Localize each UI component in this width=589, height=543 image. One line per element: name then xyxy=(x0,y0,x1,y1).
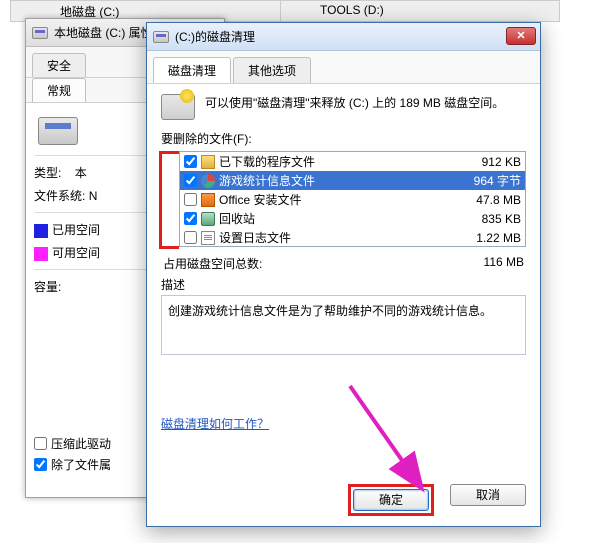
row-label: 游戏统计信息文件 xyxy=(219,172,451,189)
recycle-bin-icon xyxy=(201,212,215,226)
chart-icon xyxy=(201,174,215,188)
drive-icon xyxy=(32,27,48,39)
file-row-setup-logs[interactable]: 设置日志文件 1.22 MB xyxy=(180,228,525,247)
properties-title: 本地磁盘 (C:) 属性 xyxy=(54,24,153,41)
annotation-red-box-checkboxes xyxy=(159,151,179,249)
fs-label: 文件系统: xyxy=(34,189,85,203)
free-label: 可用空间 xyxy=(52,246,100,260)
used-label: 已用空间 xyxy=(52,223,100,237)
file-row-game-stats[interactable]: 游戏统计信息文件 964 字节 xyxy=(180,171,525,190)
row-label: Office 安装文件 xyxy=(219,191,451,208)
capacity-label: 容量: xyxy=(34,280,61,294)
used-color-icon xyxy=(34,224,48,238)
tab-general[interactable]: 常规 xyxy=(32,78,86,102)
folder-icon xyxy=(201,155,215,169)
tab-security[interactable]: 安全 xyxy=(32,53,86,77)
big-drive-icon xyxy=(38,117,78,145)
tab-disk-cleanup[interactable]: 磁盘清理 xyxy=(153,57,231,83)
cleanup-intro-icon xyxy=(161,94,195,120)
compress-label: 压缩此驱动 xyxy=(51,435,111,452)
type-label: 类型: xyxy=(34,166,61,180)
description-label: 描述 xyxy=(161,276,526,293)
file-row-downloaded-programs[interactable]: 已下载的程序文件 912 KB xyxy=(180,152,525,171)
type-value: 本 xyxy=(75,166,87,180)
file-row-office-install[interactable]: Office 安装文件 47.8 MB xyxy=(180,190,525,209)
files-to-delete-label: 要删除的文件(F): xyxy=(161,130,526,147)
close-icon: ✕ xyxy=(516,29,525,43)
row-label: 已下载的程序文件 xyxy=(219,153,451,170)
close-button[interactable]: ✕ xyxy=(506,27,536,45)
row-size: 912 KB xyxy=(451,155,521,169)
document-icon xyxy=(201,231,215,245)
file-list[interactable]: 已下载的程序文件 912 KB 游戏统计信息文件 964 字节 Office 安… xyxy=(179,151,526,247)
fs-value: N xyxy=(89,189,98,203)
row-size: 964 字节 xyxy=(451,172,521,189)
office-icon xyxy=(201,193,215,207)
checkbox-setup-logs[interactable] xyxy=(184,231,197,244)
cleanup-tabs: 磁盘清理 其他选项 xyxy=(147,51,540,84)
cleanup-intro-text: 可以使用"磁盘清理"来释放 (C:) 上的 189 MB 磁盘空间。 xyxy=(205,94,504,120)
cleanup-title-icon xyxy=(153,31,169,43)
file-row-recycle-bin[interactable]: 回收站 835 KB xyxy=(180,209,525,228)
checkbox-downloaded-programs[interactable] xyxy=(184,155,197,168)
description-box: 创建游戏统计信息文件是为了帮助维护不同的游戏统计信息。 xyxy=(161,295,526,355)
index-checkbox[interactable] xyxy=(34,458,47,471)
row-label: 回收站 xyxy=(219,210,451,227)
description-text: 创建游戏统计信息文件是为了帮助维护不同的游戏统计信息。 xyxy=(168,304,492,318)
checkbox-game-stats[interactable] xyxy=(184,174,197,187)
row-label: 设置日志文件 xyxy=(219,229,451,246)
row-size: 835 KB xyxy=(451,212,521,226)
checkbox-recycle-bin[interactable] xyxy=(184,212,197,225)
ok-button[interactable]: 确定 xyxy=(353,489,429,511)
annotation-red-box-ok: 确定 xyxy=(348,484,434,516)
row-size: 47.8 MB xyxy=(451,193,521,207)
disk-cleanup-dialog: (C:)的磁盘清理 ✕ 磁盘清理 其他选项 可以使用"磁盘清理"来释放 (C:)… xyxy=(146,22,541,527)
tab-other-options[interactable]: 其他选项 xyxy=(233,57,311,83)
total-value: 116 MB xyxy=(484,255,524,272)
checkbox-office-install[interactable] xyxy=(184,193,197,206)
cancel-button[interactable]: 取消 xyxy=(450,484,526,506)
how-disk-cleanup-works-link[interactable]: 磁盘清理如何工作？ xyxy=(161,417,269,431)
index-label: 除了文件属 xyxy=(51,456,111,473)
compress-checkbox[interactable] xyxy=(34,437,47,450)
free-color-icon xyxy=(34,247,48,261)
total-label: 占用磁盘空间总数: xyxy=(163,255,262,272)
row-size: 1.22 MB xyxy=(451,231,521,245)
cleanup-title: (C:)的磁盘清理 xyxy=(175,28,255,45)
bg-label-d: TOOLS (D:) xyxy=(320,3,384,17)
cleanup-titlebar[interactable]: (C:)的磁盘清理 ✕ xyxy=(147,23,540,51)
